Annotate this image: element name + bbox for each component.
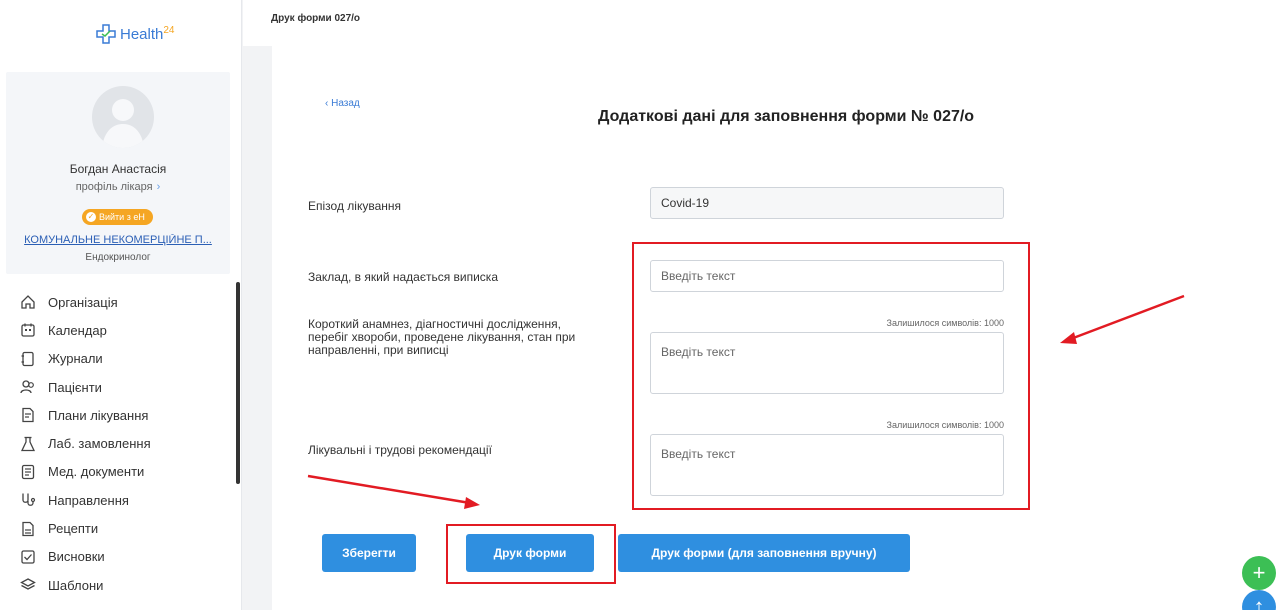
- sidebar-item-calendar[interactable]: Календар: [20, 316, 151, 344]
- conclusion-icon: [21, 550, 35, 564]
- patients-icon: [20, 380, 34, 394]
- templates-icon: [20, 578, 36, 590]
- annotation-highlight-fields: [632, 242, 1030, 510]
- sidebar-item-journals[interactable]: Журнали: [20, 345, 151, 373]
- back-link[interactable]: ‹ Назад: [325, 98, 360, 109]
- sidebar-item-conclusions[interactable]: Висновки: [20, 543, 151, 571]
- sidebar-item-templates[interactable]: Шаблони: [20, 571, 151, 599]
- form-card: ‹ Назад Додаткові дані для заповнення фо…: [272, 46, 1288, 610]
- calendar-icon: [21, 323, 35, 338]
- chevron-right-icon: ›: [156, 181, 161, 193]
- doctor-profile-link[interactable]: профіль лікаря ›: [6, 181, 230, 193]
- referral-icon: [22, 493, 36, 507]
- doctor-specialty: Ендокринолог: [85, 252, 151, 263]
- flask-icon: [20, 436, 36, 451]
- episode-field[interactable]: Covid-19: [650, 187, 1004, 219]
- sidebar-scrollbar[interactable]: [236, 282, 240, 484]
- journal-icon: [21, 351, 34, 366]
- med-docs-icon: [21, 464, 35, 480]
- user-silhouette-icon: [102, 99, 144, 148]
- sidebar-item-treatment-plans[interactable]: Плани лікування: [20, 401, 151, 429]
- avatar[interactable]: [92, 86, 154, 148]
- recommendations-label: Лікувальні і трудові рекомендації: [308, 443, 492, 457]
- print-form-manual-button[interactable]: Друк форми (для заповнення вручну): [618, 534, 910, 572]
- health-cross-icon: [96, 24, 116, 44]
- sidebar-item-lab-orders[interactable]: Лаб. замовлення: [20, 429, 151, 457]
- eh-logout-badge[interactable]: ✓ Вийти з еН: [82, 209, 153, 225]
- save-button[interactable]: Зберегти: [322, 534, 416, 572]
- breadcrumb: Друк форми 027/о: [271, 13, 361, 24]
- doctor-profile-card: Богдан Анастасія профіль лікаря › ✓ Вийти…: [6, 72, 230, 274]
- doctor-name: Богдан Анастасія: [69, 162, 167, 176]
- check-icon: ✓: [86, 212, 96, 222]
- sidebar-nav: Організація Календар Журнали Пацієнти Пл…: [20, 288, 151, 599]
- episode-label: Епізод лікування: [308, 199, 401, 213]
- facility-label: Заклад, в який надається виписка: [308, 270, 498, 284]
- app-logo[interactable]: Health24: [96, 24, 174, 44]
- sidebar: Health24 Богдан Анастасія профіль лікаря…: [0, 0, 242, 610]
- home-icon: [21, 295, 35, 309]
- anamnesis-label: Короткий анамнез, діагностичні досліджен…: [308, 317, 576, 357]
- sidebar-item-patients[interactable]: Пацієнти: [20, 373, 151, 401]
- logo-text: Health24: [120, 25, 175, 43]
- top-bar: Друк форми 027/о: [243, 0, 1288, 46]
- sidebar-item-organization[interactable]: Організація: [20, 288, 151, 316]
- sidebar-item-referrals[interactable]: Направлення: [20, 486, 151, 514]
- sidebar-item-med-docs[interactable]: Мед. документи: [20, 458, 151, 486]
- treatment-plan-icon: [22, 408, 34, 423]
- organization-link[interactable]: КОМУНАЛЬНЕ НЕКОМЕРЦІЙНЕ П...: [6, 234, 230, 246]
- add-fab-button[interactable]: +: [1242, 556, 1276, 590]
- arrow-up-icon: ↑: [1253, 594, 1265, 610]
- prescription-icon: [22, 521, 34, 536]
- page-title: Додаткові дані для заповнення форми № 02…: [598, 108, 975, 125]
- plus-icon: +: [1252, 560, 1266, 585]
- annotation-highlight-print-button: [446, 524, 616, 584]
- sidebar-item-prescriptions[interactable]: Рецепти: [20, 514, 151, 542]
